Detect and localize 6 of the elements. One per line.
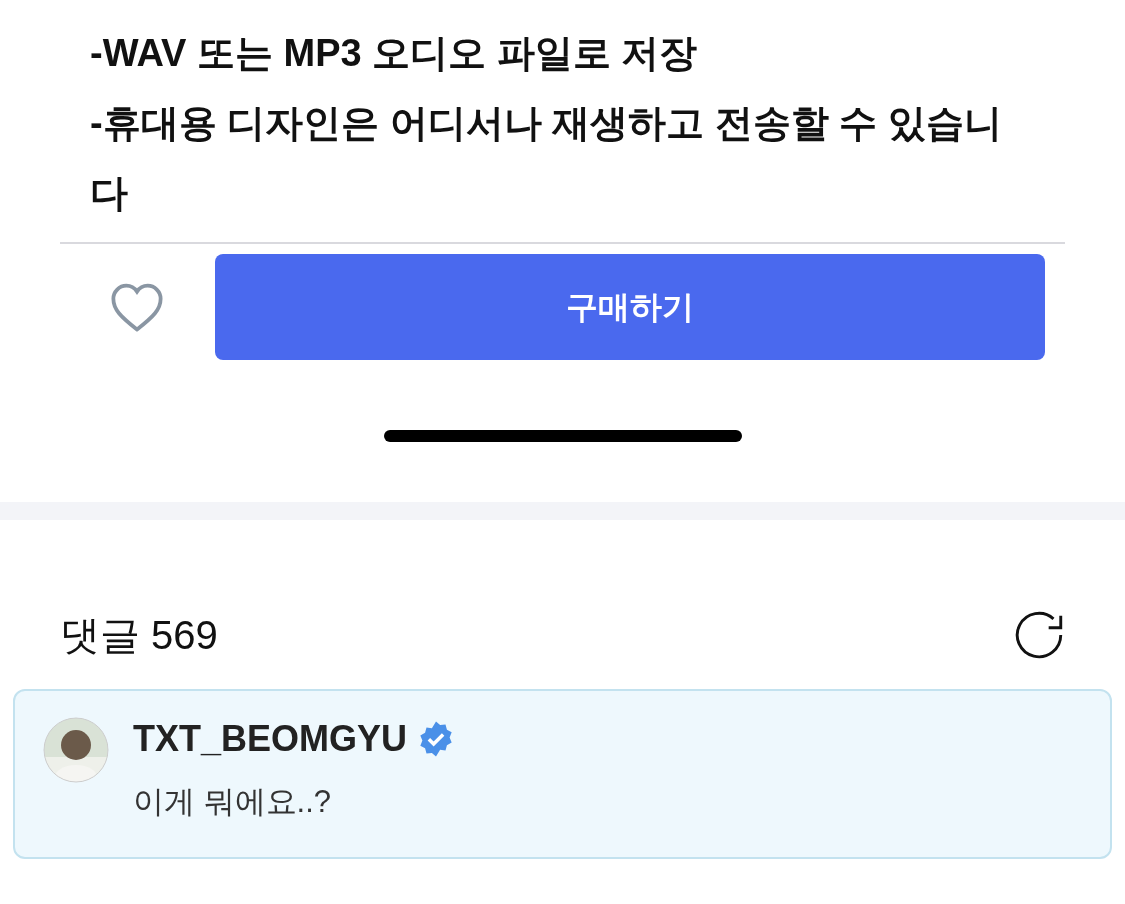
description-line: -WAV 또는 MP3 오디오 파일로 저장 — [90, 31, 699, 76]
comment-text: 이게 뭐에요..? — [133, 783, 333, 821]
buy-button[interactable]: 구매하기 — [215, 254, 1045, 360]
comments-title: 댓글 569 — [60, 612, 218, 659]
description-line: -휴대용 디자인은 어디서나 재생하고 전송할 수 있습니다 — [90, 101, 1003, 216]
comment-author: TXT_BEOMGYU — [133, 717, 408, 761]
